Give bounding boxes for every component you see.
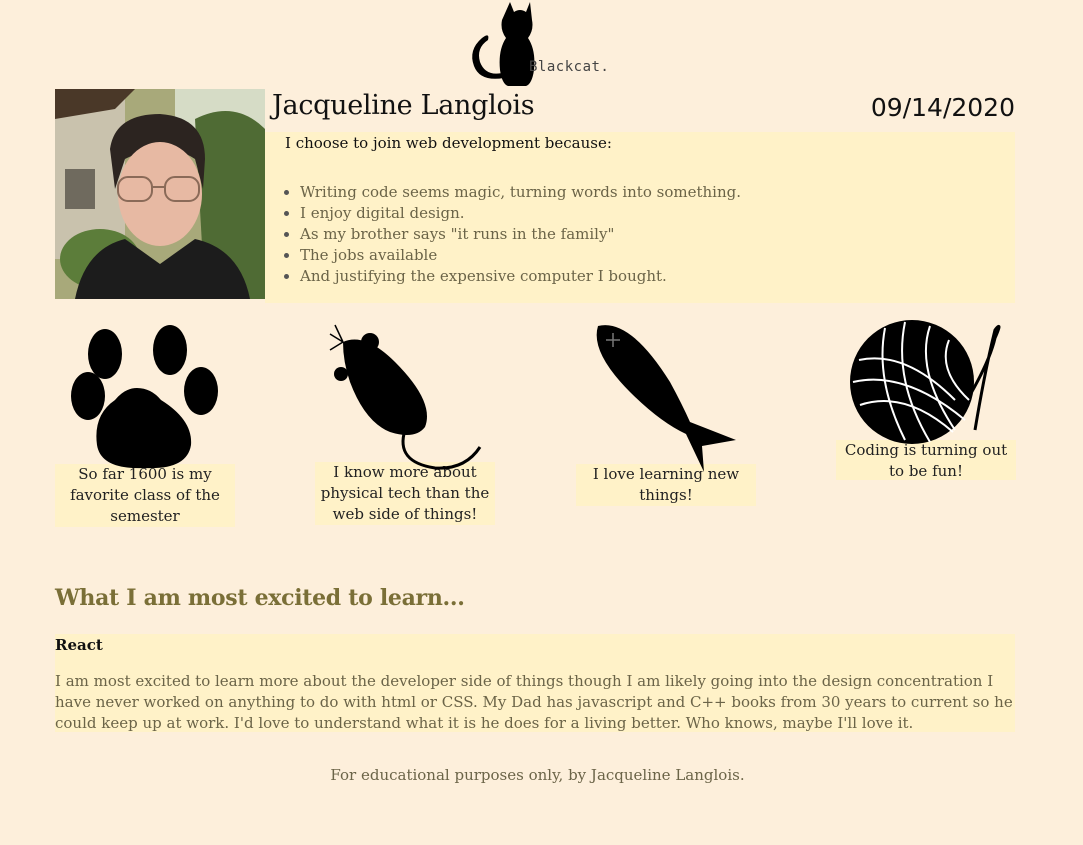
react-body-text: I am most excited to learn more about th… [55, 672, 1013, 732]
list-item: As my brother says "it runs in the famil… [284, 224, 741, 245]
list-item: And justifying the expensive computer I … [284, 266, 741, 287]
reasons-panel: I choose to join web development because… [265, 132, 1015, 303]
yarn-ball-icon [850, 320, 1001, 444]
date-text: 09/14/2020 [870, 93, 1015, 122]
mouse-icon [329, 324, 482, 470]
page-title: Jacqueline Langlois [272, 90, 535, 121]
list-item: The jobs available [284, 245, 741, 266]
list-item: Writing code seems magic, turning words … [284, 183, 741, 201]
section-heading: What I am most excited to learn... [55, 585, 465, 611]
profile-photo [55, 89, 265, 299]
logo-text: Blackcat. [529, 59, 610, 75]
blackcat-logo-icon [472, 2, 535, 86]
react-title: React [55, 636, 103, 654]
fish-icon [596, 325, 736, 472]
reasons-list: Writing code seems magic, turning words … [284, 182, 741, 287]
list-item: I enjoy digital design. [284, 203, 741, 224]
reasons-title: I choose to join web development because… [285, 134, 612, 152]
card-caption-paw: So far 1600 is my favorite class of the … [55, 464, 235, 527]
footer-text: For educational purposes only, by Jacque… [330, 766, 745, 784]
paw-icon [71, 325, 218, 469]
